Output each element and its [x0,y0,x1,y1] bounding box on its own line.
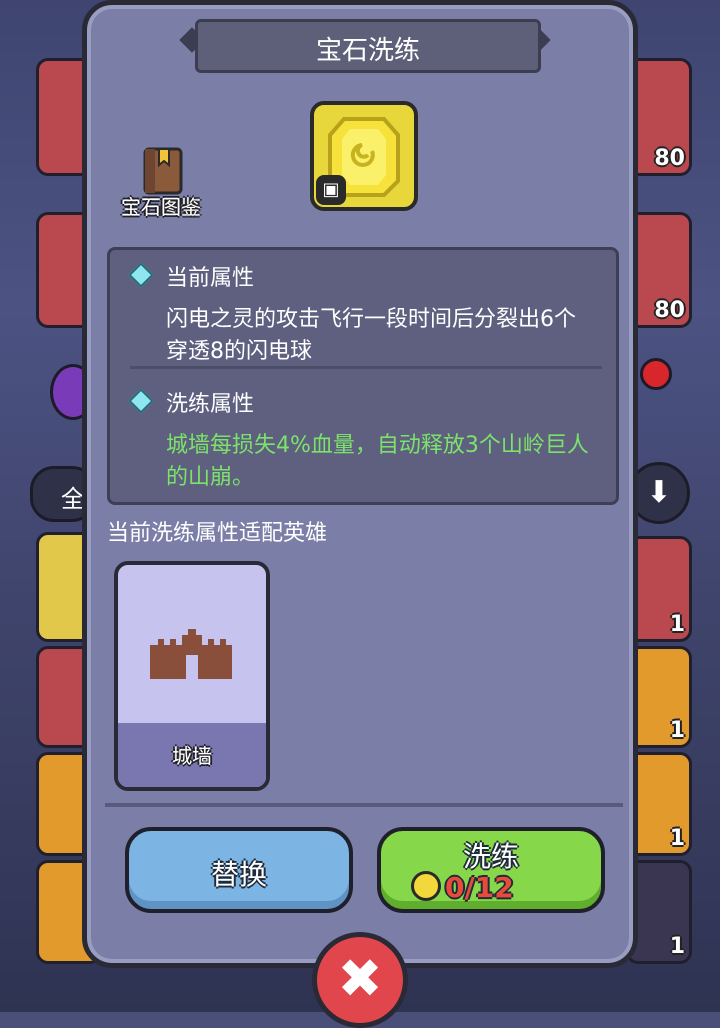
slot-count: 1 [669,718,685,743]
refine-cost: 0/12 [445,871,514,904]
dialog-title: 宝石洗练 [315,36,420,66]
refine-button-label: 洗练 [462,840,519,873]
book-icon [143,147,183,195]
hero-card[interactable]: 城墙 [114,561,270,791]
replace-button-label: 替换 [210,858,267,891]
gem-coin-icon [411,871,441,901]
replace-button[interactable]: 替换 [125,827,353,913]
city-wall-icon [150,629,232,679]
bottom-divider [105,803,623,807]
close-icon: ✖ [337,947,383,1010]
current-attr-title: 当前属性 [166,266,255,291]
slot-count: 80 [654,146,685,171]
panel-divider [130,366,602,369]
slot-count: 1 [669,826,685,851]
close-button[interactable]: ✖ [312,932,408,1028]
slot-count: 1 [669,612,685,637]
selected-gem[interactable]: ▣ [310,101,418,211]
adapt-hero-label: 当前洗练属性适配英雄 [107,521,328,546]
refine-attr-title: 洗练属性 [166,392,255,417]
record-icon [640,358,672,390]
properties-panel: 当前属性 闪电之灵的攻击飞行一段时间后分裂出6个穿透8的闪电球 洗练属性 城墙每… [107,247,619,505]
diamond-bullet-icon [128,388,154,414]
current-attr-text: 闪电之灵的攻击飞行一段时间后分裂出6个穿透8的闪电球 [166,307,576,364]
title-bar: 宝石洗练 [195,19,541,73]
refine-attr-text: 城墙每损失4%血量，自动释放3个山岭巨人的山崩。 [166,433,589,490]
armor-badge-icon: ▣ [316,175,346,205]
hero-name: 城墙 [172,744,212,768]
slot-count: 80 [654,298,685,323]
diamond-bullet-icon [128,262,154,288]
gem-book-label: 宝石图鉴 [121,195,201,219]
gem-refine-dialog: 宝石洗练 宝石图鉴 ▣ 当前属性 闪电之灵的攻击飞行一段时间后分裂出6个穿透8的… [82,0,638,968]
refine-button[interactable]: 洗练 0/12 [377,827,605,913]
slot-count: 1 [669,934,685,959]
